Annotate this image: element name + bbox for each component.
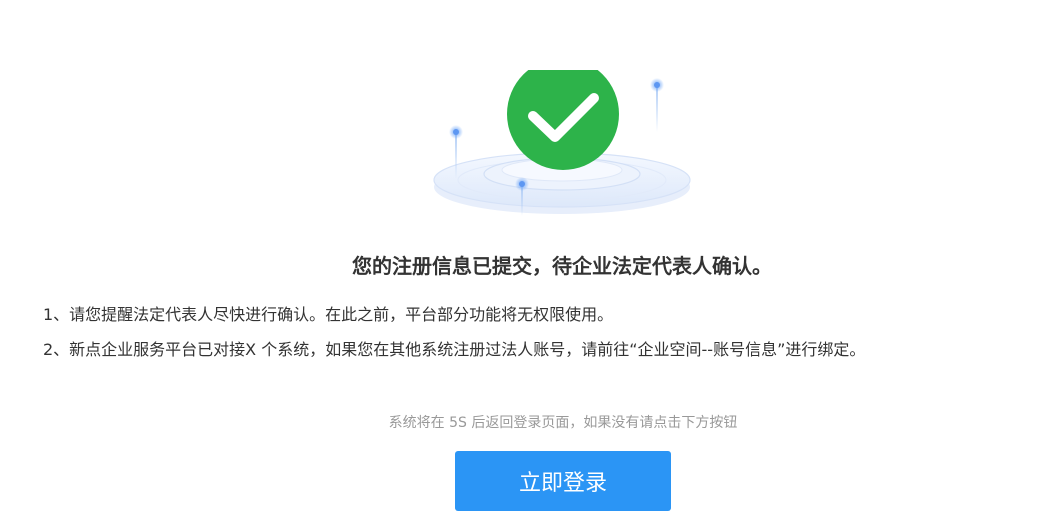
notice-list: 1、请您提醒法定代表人尽快进行确认。在此之前，平台部分功能将无权限使用。 2、新… xyxy=(43,297,865,367)
login-now-button[interactable]: 立即登录 xyxy=(455,451,671,511)
redirect-countdown-text: 系统将在 5S 后返回登录页面，如果没有请点击下方按钮 xyxy=(388,415,738,431)
status-title: 您的注册信息已提交，待企业法定代表人确认。 xyxy=(352,254,772,278)
notice-item: 2、新点企业服务平台已对接X 个系统，如果您在其他系统注册过法人账号，请前往“企… xyxy=(43,340,866,359)
success-illustration xyxy=(433,70,691,216)
notice-item: 1、请您提醒法定代表人尽快进行确认。在此之前，平台部分功能将无权限使用。 xyxy=(43,305,614,324)
